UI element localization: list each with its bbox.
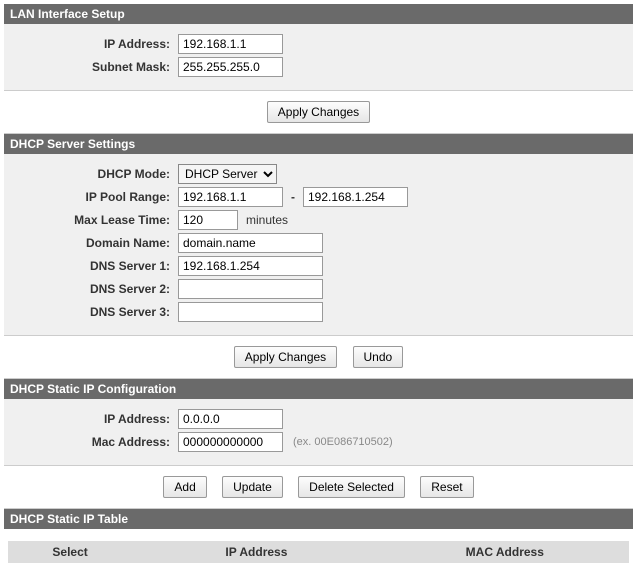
static-table-wrap: Select IP Address MAC Address: [4, 529, 633, 583]
lan-ip-input[interactable]: [178, 34, 283, 54]
col-ip: IP Address: [132, 541, 380, 563]
lan-apply-button[interactable]: Apply Changes: [267, 101, 370, 123]
dash-icon: -: [291, 190, 295, 204]
dhcp-domain-label: Domain Name:: [8, 236, 178, 250]
dhcp-domain-input[interactable]: [178, 233, 323, 253]
static-add-button[interactable]: Add: [163, 476, 206, 498]
lan-section-header: LAN Interface Setup: [4, 4, 633, 24]
static-mac-input[interactable]: [178, 432, 283, 452]
dhcp-pool-start-input[interactable]: [178, 187, 283, 207]
static-ip-table: Select IP Address MAC Address: [8, 541, 629, 563]
dhcp-button-row: Apply Changes Undo: [4, 336, 633, 379]
static-ip-input[interactable]: [178, 409, 283, 429]
dhcp-pool-label: IP Pool Range:: [8, 190, 178, 204]
dhcp-pool-end-input[interactable]: [303, 187, 408, 207]
lan-mask-label: Subnet Mask:: [8, 60, 178, 74]
static-cfg-header: DHCP Static IP Configuration: [4, 379, 633, 399]
lan-ip-label: IP Address:: [8, 37, 178, 51]
dhcp-dns1-label: DNS Server 1:: [8, 259, 178, 273]
dhcp-lease-label: Max Lease Time:: [8, 213, 178, 227]
dhcp-section-header: DHCP Server Settings: [4, 134, 633, 154]
lan-button-row: Apply Changes: [4, 91, 633, 134]
static-reset-button[interactable]: Reset: [420, 476, 473, 498]
dhcp-mode-select[interactable]: DHCP Server: [178, 164, 277, 184]
static-table-header: DHCP Static IP Table: [4, 509, 633, 529]
dhcp-dns2-label: DNS Server 2:: [8, 282, 178, 296]
dhcp-apply-button[interactable]: Apply Changes: [234, 346, 337, 368]
dhcp-section-body: DHCP Mode: DHCP Server IP Pool Range: - …: [4, 154, 633, 336]
static-delete-button[interactable]: Delete Selected: [298, 476, 405, 498]
lan-section-body: IP Address: Subnet Mask:: [4, 24, 633, 91]
dhcp-dns1-input[interactable]: [178, 256, 323, 276]
lan-mask-input[interactable]: [178, 57, 283, 77]
col-mac: MAC Address: [381, 541, 629, 563]
static-cfg-body: IP Address: Mac Address: (ex. 00E0867105…: [4, 399, 633, 466]
dhcp-dns2-input[interactable]: [178, 279, 323, 299]
dhcp-undo-button[interactable]: Undo: [353, 346, 404, 368]
col-select: Select: [8, 541, 132, 563]
static-mac-label: Mac Address:: [8, 435, 178, 449]
static-cfg-button-row: Add Update Delete Selected Reset: [4, 466, 633, 509]
static-update-button[interactable]: Update: [222, 476, 283, 498]
static-mac-hint: (ex. 00E086710502): [293, 436, 393, 448]
static-ip-label: IP Address:: [8, 412, 178, 426]
dhcp-lease-unit: minutes: [246, 213, 288, 227]
dhcp-lease-input[interactable]: [178, 210, 238, 230]
dhcp-dns3-label: DNS Server 3:: [8, 305, 178, 319]
dhcp-dns3-input[interactable]: [178, 302, 323, 322]
dhcp-mode-label: DHCP Mode:: [8, 167, 178, 181]
